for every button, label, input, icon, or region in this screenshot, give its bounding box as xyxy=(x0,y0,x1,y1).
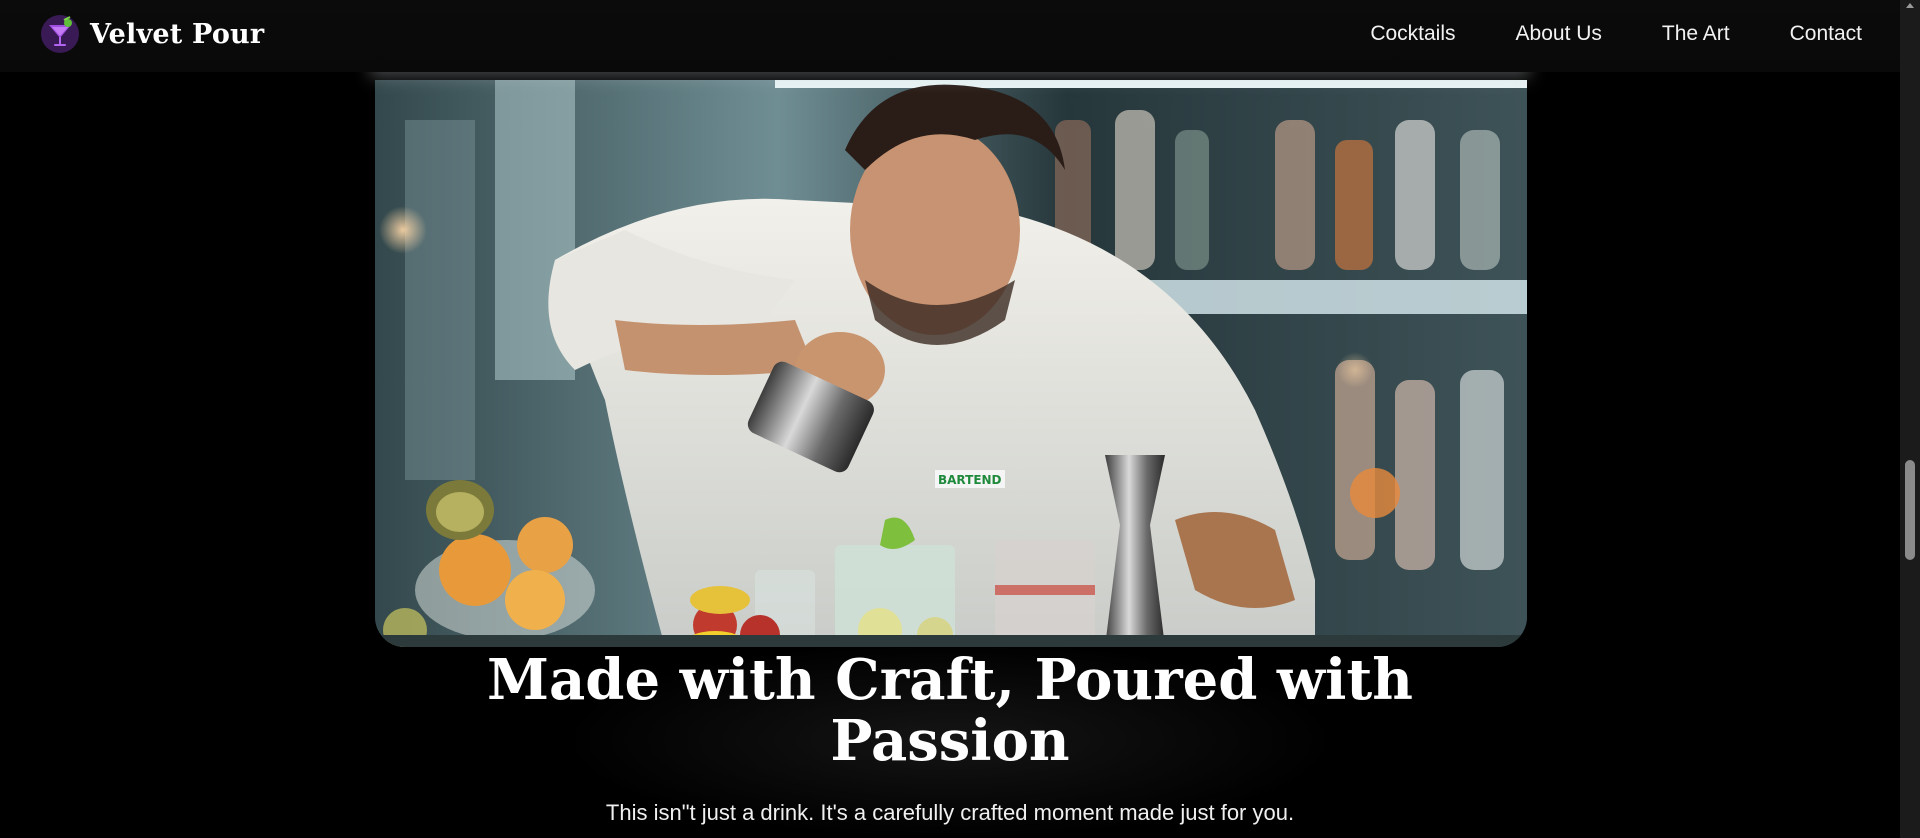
scrollbar-thumb[interactable] xyxy=(1905,460,1915,560)
scroll-up-arrow-icon[interactable] xyxy=(1906,3,1914,8)
nav-link-cocktails[interactable]: Cocktails xyxy=(1370,22,1455,46)
nav-link-contact[interactable]: Contact xyxy=(1790,22,1862,46)
nav-link-about-us[interactable]: About Us xyxy=(1516,22,1602,46)
page: Velvet Pour Cocktails About Us The Art C… xyxy=(0,0,1920,838)
brand-name: Velvet Pour xyxy=(90,18,265,50)
bartender-illustration: BARTEND xyxy=(375,80,1527,647)
nav-link-the-art[interactable]: The Art xyxy=(1662,22,1730,46)
nav-links: Cocktails About Us The Art Contact xyxy=(1370,22,1862,46)
section-heading: Made with Craft, Poured with Passion xyxy=(487,647,1413,774)
svg-text:BARTEND: BARTEND xyxy=(938,473,1002,487)
top-navbar: Velvet Pour Cocktails About Us The Art C… xyxy=(0,0,1900,72)
section-subtext: This isn"t just a drink. It's a carefull… xyxy=(605,800,1295,825)
cocktail-glass-icon xyxy=(41,15,79,53)
brand-logo-link[interactable]: Velvet Pour xyxy=(40,14,264,54)
bartender-photo: BARTEND xyxy=(375,80,1527,647)
page-scrollbar[interactable] xyxy=(1900,0,1920,838)
